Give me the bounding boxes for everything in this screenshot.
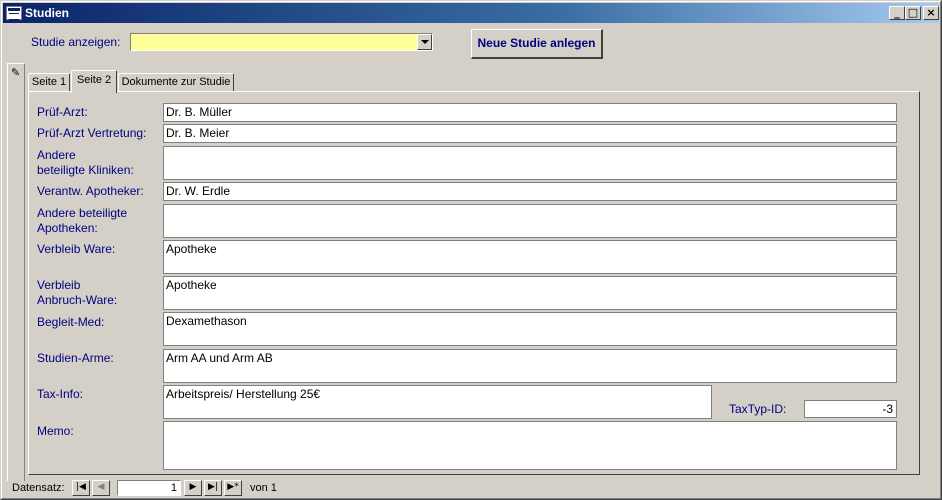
andere-apotheken-label: Andere beteiligte Apotheken: [37,206,127,236]
tab-seite-1[interactable]: Seite 1 [28,73,70,92]
begleit-med-label: Begleit-Med: [37,315,105,329]
neue-studie-button[interactable]: Neue Studie anlegen [471,29,603,59]
tax-info-field[interactable]: Arbeitspreis/ Herstellung 25€ [163,385,712,419]
title-bar[interactable]: Studien _ □ × [3,3,939,23]
form-icon [6,6,22,20]
close-button[interactable]: × [923,6,939,20]
andere-kliniken-field[interactable] [163,146,897,180]
record-count: von 1 [250,482,277,494]
studien-arme-label: Studien-Arme: [37,351,114,365]
new-record-button[interactable]: ▶* [224,480,242,496]
pruef-arzt-vertretung-field[interactable]: Dr. B. Meier [163,124,897,143]
access-form-window: Studien _ □ × ✎ Studie anzeigen: Neue St… [0,0,942,500]
andere-apotheken-field[interactable] [163,204,897,238]
pruef-arzt-label: Prüf-Arzt: [37,105,88,119]
studien-arme-field[interactable]: Arm AA und Arm AB [163,349,897,383]
tab-seite-2[interactable]: Seite 2 [71,70,117,93]
verbleib-anbruch-field[interactable]: Apotheke [163,276,897,310]
record-navigation-bar: Datensatz: |◀ ◀ 1 ▶ ▶| ▶* von 1 [3,479,939,497]
studie-combobox[interactable] [130,33,433,51]
prev-record-button[interactable]: ◀ [92,480,110,496]
andere-kliniken-label-line1: Andere [37,148,76,162]
last-record-button[interactable]: ▶| [204,480,222,496]
verbleib-ware-field[interactable]: Apotheke [163,240,897,274]
memo-label: Memo: [37,424,74,438]
taxtyp-id-label: TaxTyp-ID: [729,402,787,416]
verbleib-ware-label: Verbleib Ware: [37,242,116,256]
tab-dokumente[interactable]: Dokumente zur Studie [118,73,234,92]
andere-apotheken-label-line2: Apotheken: [37,221,98,235]
memo-field[interactable] [163,421,897,470]
maximize-button[interactable]: □ [905,6,921,20]
dropdown-arrow-icon[interactable] [417,34,432,50]
first-record-button[interactable]: |◀ [72,480,90,496]
tax-info-label: Tax-Info: [37,387,84,401]
apotheker-field[interactable]: Dr. W. Erdle [163,182,897,201]
apotheker-label: Verantw. Apotheker: [37,184,144,198]
window-title: Studien [25,6,69,20]
minimize-button[interactable]: _ [889,6,905,20]
pruef-arzt-vertretung-label: Prüf-Arzt Vertretung: [37,126,147,140]
datensatz-label: Datensatz: [12,482,65,494]
verbleib-anbruch-label-line2: Anbruch-Ware: [37,293,118,307]
studie-anzeigen-label: Studie anzeigen: [31,35,121,49]
verbleib-anbruch-label: Verbleib Anbruch-Ware: [37,278,117,308]
record-number-input[interactable]: 1 [117,480,181,496]
pruef-arzt-field[interactable]: Dr. B. Müller [163,103,897,122]
andere-kliniken-label: Andere beteiligte Kliniken: [37,148,134,178]
begleit-med-field[interactable]: Dexamethason [163,312,897,346]
taxtyp-id-field[interactable]: -3 [804,400,897,418]
pencil-icon: ✎ [11,67,21,79]
record-selector[interactable]: ✎ [7,63,25,481]
next-record-button[interactable]: ▶ [184,480,202,496]
verbleib-anbruch-label-line1: Verbleib [37,278,81,292]
andere-kliniken-label-line2: beteiligte Kliniken: [37,163,134,177]
andere-apotheken-label-line1: Andere beteiligte [37,206,128,220]
